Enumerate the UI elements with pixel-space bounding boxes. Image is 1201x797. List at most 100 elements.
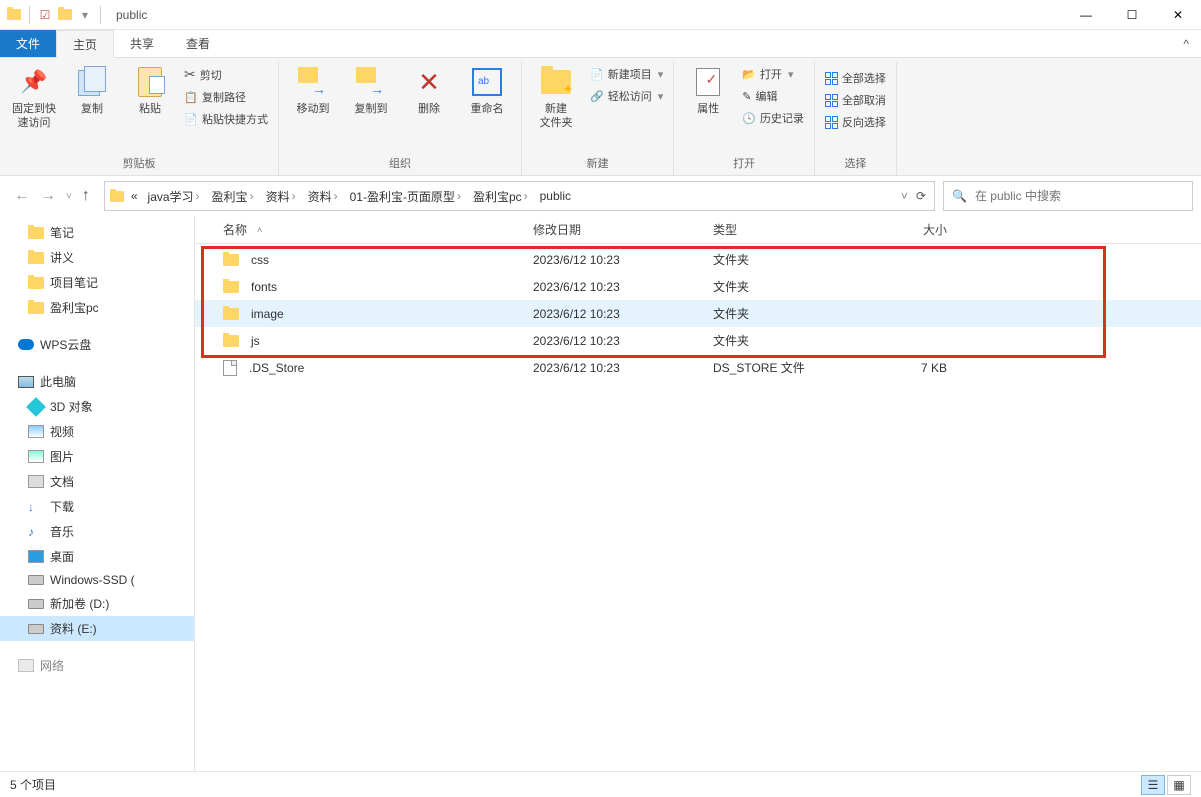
group-organize-label: 组织	[285, 153, 515, 175]
sidebar-item[interactable]: ♪音乐	[0, 519, 194, 544]
history-icon: 🕓	[742, 112, 756, 125]
sidebar-item[interactable]: ↓下载	[0, 494, 194, 519]
selectnone-icon	[825, 94, 838, 107]
close-button[interactable]: ✕	[1155, 0, 1201, 30]
history-button[interactable]: 🕓历史记录	[738, 108, 808, 128]
pin-icon: 📌	[18, 66, 50, 98]
music-icon: ♪	[28, 525, 44, 539]
edit-icon: ✎	[742, 90, 751, 103]
newitem-button[interactable]: 📄新建项目▾	[586, 64, 667, 84]
rename-button[interactable]: 重命名	[459, 62, 515, 120]
address-row: ← → ˅ ↑ « java学习› 盈利宝› 资料› 资料› 01-盈利宝-页面…	[0, 176, 1201, 216]
sidebar-item-wps[interactable]: WPS云盘	[0, 332, 194, 357]
file-row[interactable]: .DS_Store 2023/6/12 10:23 DS_STORE 文件 7 …	[195, 354, 1201, 381]
sidebar-item[interactable]: 桌面	[0, 544, 194, 569]
pasteshortcut-button[interactable]: 📄粘贴快捷方式	[180, 109, 272, 129]
sidebar-item-network[interactable]: 网络	[0, 653, 194, 678]
refresh-button[interactable]: ⟳	[916, 189, 926, 203]
tab-share[interactable]: 共享	[114, 30, 170, 57]
tab-file[interactable]: 文件	[0, 30, 56, 57]
sidebar-item[interactable]: 图片	[0, 444, 194, 469]
address-bar[interactable]: « java学习› 盈利宝› 资料› 资料› 01-盈利宝-页面原型› 盈利宝p…	[104, 181, 935, 211]
view-icons-button[interactable]: ▦	[1167, 775, 1191, 795]
delete-button[interactable]: ✕ 删除	[401, 62, 457, 120]
sidebar-item[interactable]: 新加卷 (D:)	[0, 591, 194, 616]
newfolder-button[interactable]: 新建 文件夹	[528, 62, 584, 134]
qat-newfolder-icon[interactable]	[57, 7, 73, 23]
breadcrumb-prefix[interactable]: «	[127, 189, 142, 203]
properties-button[interactable]: 属性	[680, 62, 736, 120]
maximize-button[interactable]: ☐	[1109, 0, 1155, 30]
file-row[interactable]: js 2023/6/12 10:23 文件夹	[195, 327, 1201, 354]
col-size[interactable]: 大小	[855, 221, 955, 238]
nav-recent-dropdown[interactable]: ˅	[66, 191, 72, 202]
breadcrumb-seg[interactable]: java学习›	[144, 188, 206, 205]
nav-back-button[interactable]: ←	[14, 187, 30, 205]
drive-icon	[28, 575, 44, 585]
file-name: css	[251, 253, 269, 267]
addr-folder-icon	[109, 188, 125, 204]
breadcrumb-seg[interactable]: public	[536, 189, 575, 203]
view-details-button[interactable]: ☰	[1141, 775, 1165, 795]
network-icon	[18, 659, 34, 672]
breadcrumb-seg[interactable]: 01-盈利宝-页面原型›	[346, 188, 467, 205]
selectnone-button[interactable]: 全部取消	[821, 90, 890, 110]
shortcut-icon: 📄	[184, 113, 198, 126]
breadcrumb-seg[interactable]: 盈利宝›	[208, 188, 260, 205]
sidebar-item[interactable]: 资料 (E:)	[0, 616, 194, 641]
nav-up-button[interactable]: ↑	[82, 187, 90, 205]
invert-button[interactable]: 反向选择	[821, 112, 890, 132]
file-type: 文件夹	[705, 251, 855, 268]
copy-button[interactable]: 复制	[64, 62, 120, 120]
ribbon-collapse-icon[interactable]: ^	[1171, 30, 1201, 57]
qat-dropdown-icon[interactable]: ▾	[77, 7, 93, 23]
pin-button[interactable]: 📌 固定到快 速访问	[6, 62, 62, 134]
sidebar-item[interactable]: 文档	[0, 469, 194, 494]
qat-properties-icon[interactable]: ☑	[37, 7, 53, 23]
col-type[interactable]: 类型	[705, 221, 855, 238]
file-row[interactable]: css 2023/6/12 10:23 文件夹	[195, 246, 1201, 273]
sidebar-item[interactable]: 项目笔记	[0, 270, 194, 295]
file-row[interactable]: image 2023/6/12 10:23 文件夹	[195, 300, 1201, 327]
addr-dropdown-icon[interactable]: ˅	[901, 189, 908, 203]
breadcrumb-seg[interactable]: 盈利宝pc›	[469, 188, 534, 205]
breadcrumb-seg[interactable]: 资料›	[262, 188, 302, 205]
paste-icon	[134, 66, 166, 98]
breadcrumb-seg[interactable]: 资料›	[304, 188, 344, 205]
minimize-button[interactable]: —	[1063, 0, 1109, 30]
sidebar-item[interactable]: 3D 对象	[0, 394, 194, 419]
sidebar-item[interactable]: 笔记	[0, 220, 194, 245]
moveto-button[interactable]: 移动到	[285, 62, 341, 120]
easyaccess-button[interactable]: 🔗轻松访问▾	[586, 86, 667, 106]
status-count: 5 个项目	[10, 776, 56, 793]
selectall-icon	[825, 72, 838, 85]
cloud-icon	[18, 339, 34, 350]
open-button[interactable]: 📂打开▾	[738, 64, 808, 84]
file-row[interactable]: fonts 2023/6/12 10:23 文件夹	[195, 273, 1201, 300]
folder-icon	[28, 302, 44, 314]
search-input[interactable]	[975, 189, 1184, 203]
paste-button[interactable]: 粘贴	[122, 62, 178, 120]
group-clipboard-label: 剪贴板	[6, 153, 272, 175]
sidebar-item-thispc[interactable]: 此电脑	[0, 369, 194, 394]
col-name[interactable]: 名称˄	[195, 221, 525, 238]
nav-forward-button[interactable]: →	[40, 187, 56, 205]
copyto-button[interactable]: 复制到	[343, 62, 399, 120]
sidebar-item[interactable]: 讲义	[0, 245, 194, 270]
folder-icon	[223, 281, 239, 293]
tab-view[interactable]: 查看	[170, 30, 226, 57]
selectall-button[interactable]: 全部选择	[821, 68, 890, 88]
tab-home[interactable]: 主页	[56, 30, 114, 58]
folder-icon	[223, 335, 239, 347]
col-date[interactable]: 修改日期	[525, 221, 705, 238]
file-date: 2023/6/12 10:23	[525, 361, 705, 375]
sidebar-item[interactable]: 盈利宝pc	[0, 295, 194, 320]
copypath-icon: 📋	[184, 91, 198, 104]
sidebar-item[interactable]: 视频	[0, 419, 194, 444]
copypath-button[interactable]: 📋复制路径	[180, 87, 272, 107]
sidebar-item[interactable]: Windows-SSD (	[0, 569, 194, 591]
desktop-icon	[28, 550, 44, 563]
edit-button[interactable]: ✎编辑	[738, 86, 808, 106]
search-box[interactable]: 🔍	[943, 181, 1193, 211]
cut-button[interactable]: ✂剪切	[180, 64, 272, 85]
